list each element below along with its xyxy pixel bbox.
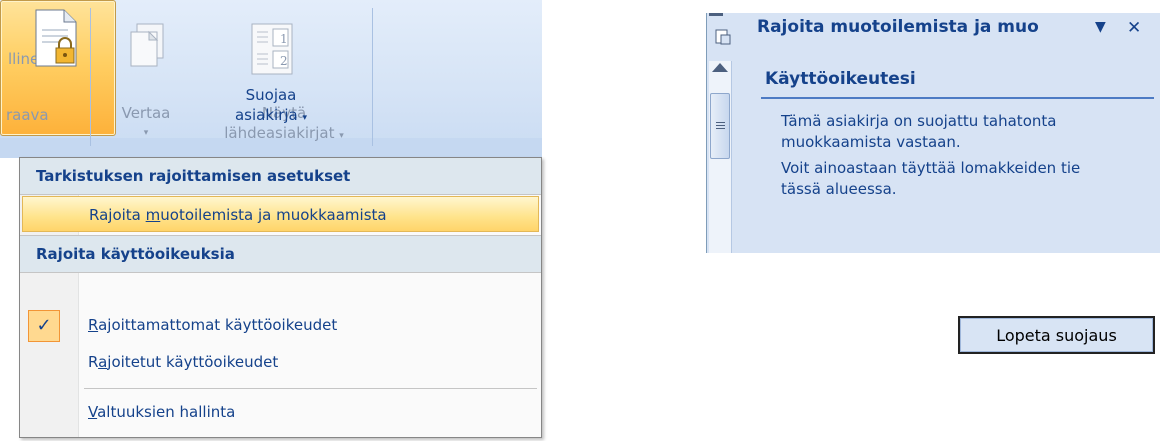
menu-header-restrict-permissions: Rajoita käyttöoikeuksia — [20, 235, 541, 273]
menu-item-accesskey: a — [98, 353, 108, 371]
protect-document-button[interactable]: Suojaa asiakirja ▾ — [0, 0, 307, 136]
thumb-grip-line — [716, 128, 725, 129]
menu-item-accesskey: R — [88, 316, 99, 334]
menu-item-restricted-access[interactable]: Rajoitetut käyttöoikeudet — [22, 344, 539, 380]
pane-text-line: tässä alueessa. — [781, 180, 897, 198]
chevron-down-icon: ▾ — [302, 113, 308, 123]
restrict-formatting-task-pane: Rajoita muotoilemista ja muo ▼ ✕ Käyttöo… — [706, 13, 1160, 253]
menu-item-manage-credentials[interactable]: Valtuuksien hallinta — [22, 394, 539, 430]
menu-item-label-part: Rajoita — [89, 206, 146, 224]
menu-item-unrestricted-access[interactable]: Rajoittamattomat käyttöoikeudet — [22, 307, 539, 343]
pane-body: Käyttöoikeutesi Tämä asiakirja on suojat… — [749, 61, 1160, 253]
section-rule — [761, 97, 1154, 99]
protect-label-line2: asiakirja — [234, 106, 298, 124]
menu-item-label-part: joitetut käyttöoikeudet — [107, 353, 279, 371]
compare-button[interactable]: Vertaa ▾ — [100, 18, 192, 148]
menu-item-restrict-formatting[interactable]: Rajoita muotoilemista ja muokkaamista — [22, 196, 539, 232]
chevron-down-icon: ▾ — [339, 131, 344, 141]
pane-scrollbar[interactable] — [709, 61, 732, 253]
thumb-grip-line — [716, 122, 725, 123]
review-ribbon: llinen raava Vertaa ▾ 1 2 Näytä lähdeasi… — [0, 0, 542, 158]
menu-item-accesskey: m — [145, 206, 161, 224]
menu-item-label-part: uotoilemista ja muokkaamista — [160, 206, 387, 224]
pane-menu-dropdown-icon[interactable]: ▼ — [1095, 19, 1106, 35]
compare-documents-icon — [130, 23, 164, 67]
section-heading-your-permissions: Käyttöoikeutesi — [765, 69, 916, 89]
pane-grip-icon[interactable] — [709, 13, 723, 16]
menu-separator — [84, 388, 537, 389]
source-documents-icon — [251, 23, 293, 75]
pane-document-icon — [715, 29, 731, 45]
close-icon[interactable]: ✕ — [1127, 18, 1141, 38]
pane-title: Rajoita muotoilemista ja muo — [757, 17, 1039, 37]
menu-item-label-part: R — [88, 353, 99, 371]
pane-text-line: Voit ainoastaan täyttää lomakkeiden tie — [781, 159, 1081, 177]
scroll-up-arrow-icon[interactable] — [712, 63, 728, 72]
scrollbar-thumb[interactable] — [710, 93, 730, 159]
pane-text-line: muokkaamista vastaan. — [781, 133, 961, 151]
menu-item-label-part: ajoittamattomat käyttöoikeudet — [98, 316, 338, 334]
pane-title-text: Rajoita muotoilemista ja muo — [757, 17, 1039, 37]
show-source-documents-button[interactable]: 1 2 Näytä lähdeasiakirjat ▾ — [196, 18, 372, 148]
menu-item-accesskey: V — [88, 403, 98, 421]
protect-label-line1: Suojaa — [245, 86, 297, 104]
pane-text-line: Tämä asiakirja on suojattu tahatonta — [781, 112, 1057, 130]
stop-protection-button[interactable]: Lopeta suojaus — [958, 316, 1155, 354]
menu-item-label-part: altuuksien hallinta — [97, 403, 236, 421]
thumb-grip-line — [716, 125, 725, 126]
menu-header-revision-restrictions: Tarkistuksen rajoittamisen asetukset — [20, 158, 541, 195]
page-number-1: 1 — [280, 32, 288, 46]
protect-document-icon — [35, 9, 77, 67]
page-number-2: 2 — [280, 54, 288, 68]
protect-document-menu: Tarkistuksen rajoittamisen asetukset Raj… — [19, 157, 542, 438]
